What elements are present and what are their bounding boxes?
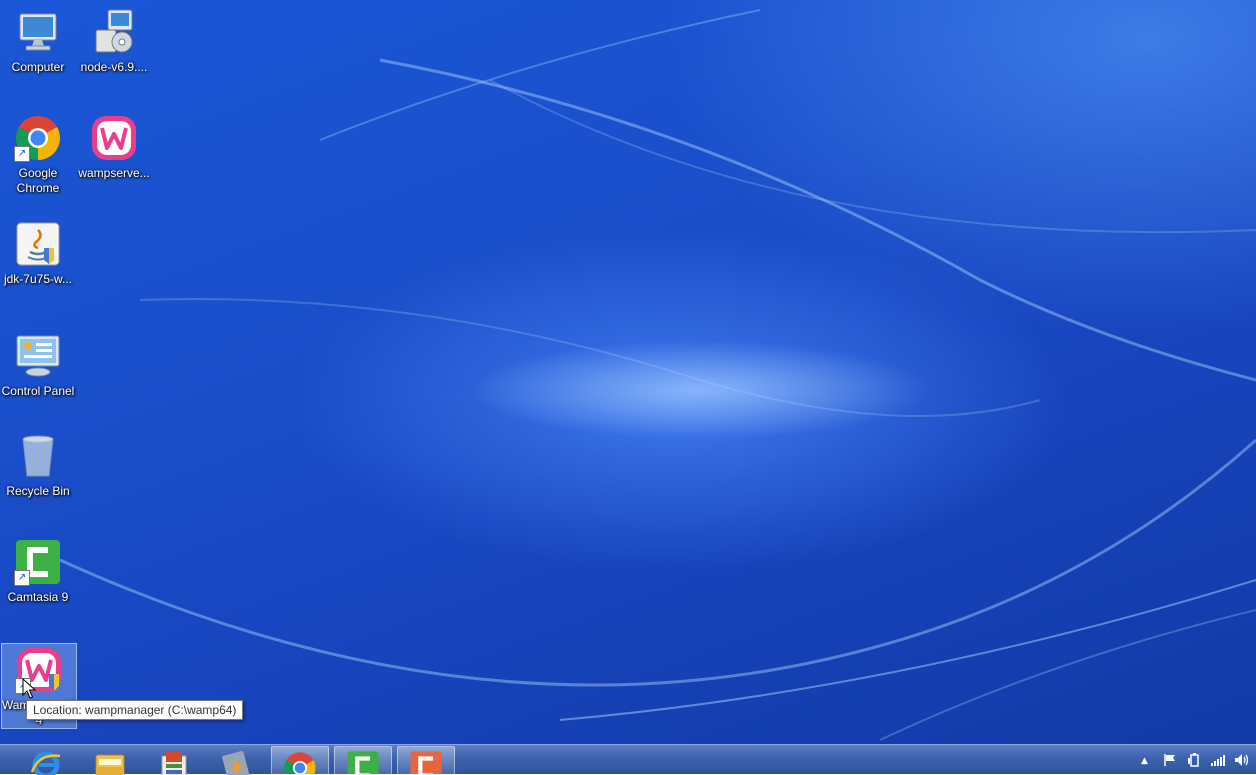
desktop-icon-jdk-installer[interactable]: jdk-7u75-w... [0,220,76,287]
taskbar-camtasia-recorder[interactable] [397,746,455,775]
taskbar-installer[interactable] [146,746,202,775]
mouse-cursor-icon [22,678,36,699]
desktop[interactable]: Computer node-v6.9.... ↗ Google Chrome w… [0,0,1256,744]
desktop-icon-google-chrome[interactable]: ↗ Google Chrome [0,114,76,196]
desktop-icon-label: jdk-7u75-w... [3,272,73,286]
taskbar-internet-explorer[interactable] [18,746,74,775]
volume-icon[interactable] [1234,753,1250,767]
taskbar-camtasia[interactable] [334,746,392,775]
control-panel-icon [14,332,62,380]
network-signal-icon[interactable] [1210,753,1226,767]
computer-icon [14,8,62,56]
wampserver-icon [90,114,138,162]
taskbar-file-explorer[interactable] [82,746,138,775]
internet-explorer-icon [30,751,61,775]
desktop-icon-label: node-v6.9.... [80,60,148,74]
desktop-icon-label: Camtasia 9 [7,590,69,604]
camtasia-recorder-icon [410,751,442,774]
desktop-icon-label: Control Panel [1,384,75,398]
action-center-flag-icon[interactable] [1163,753,1177,767]
desktop-icon-node-installer[interactable]: node-v6.9.... [76,8,152,75]
desktop-icon-label: Computer [11,60,65,74]
wallpaper-swirls [59,9,1256,741]
taskbar: ▲ [0,744,1256,775]
desktop-icon-computer[interactable]: Computer [0,8,76,75]
java-installer-icon [14,220,62,268]
power-icon[interactable] [1187,753,1201,767]
desktop-icon-recycle-bin[interactable]: Recycle Bin [0,432,76,499]
location-tooltip: Location: wampmanager (C:\wamp64) [26,700,244,720]
media-player-icon [222,751,250,775]
installer-icon [161,752,187,775]
show-hidden-icons-arrow[interactable]: ▲ [1141,756,1148,766]
desktop-icon-camtasia[interactable]: ↗ Camtasia 9 [0,538,76,605]
recycle-bin-icon [14,432,62,480]
google-chrome-icon [284,752,316,774]
file-explorer-icon [95,754,125,775]
shortcut-arrow-icon: ↗ [14,570,30,586]
shortcut-arrow-icon: ↗ [14,146,30,162]
desktop-icon-label: wampserve... [78,166,150,180]
google-chrome-icon: ↗ [14,114,62,162]
desktop-icon-label: Google Chrome [16,166,60,195]
camtasia-icon [347,751,379,774]
taskbar-google-chrome[interactable] [271,746,329,775]
node-installer-icon [90,8,138,56]
taskbar-media-player[interactable] [208,746,264,775]
desktop-icon-label: Recycle Bin [6,484,70,498]
desktop-icon-wampserver-installer[interactable]: wampserve... [76,114,152,181]
camtasia-icon: ↗ [14,538,62,586]
desktop-icon-control-panel[interactable]: Control Panel [0,332,76,399]
